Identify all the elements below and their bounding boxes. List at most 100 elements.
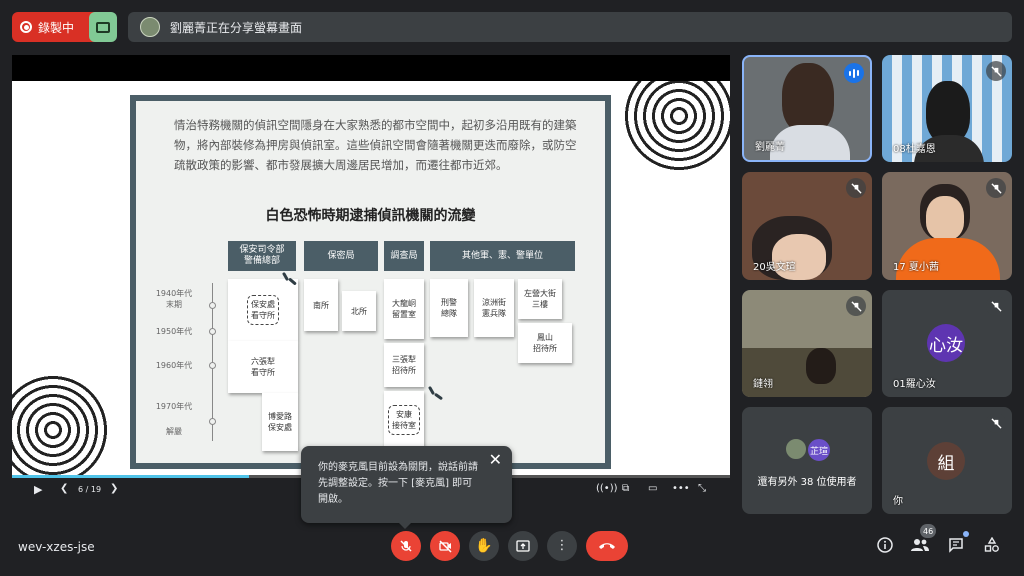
card-label: 安康 接待室 [388, 405, 420, 435]
people-count-badge: 46 [920, 524, 937, 538]
meeting-details-button[interactable] [873, 533, 897, 557]
others-avatar: 芷瑄 [806, 437, 832, 463]
hand-icon: ✋ [475, 538, 493, 554]
top-bar: 錄製中 劉麗菁正在分享螢幕畫面 [0, 0, 1024, 52]
participant-tile[interactable]: 鏈翎 [742, 290, 872, 397]
participant-tile[interactable]: 心汝 01羅心汝 [882, 290, 1012, 397]
camera-button[interactable] [430, 531, 460, 561]
people-icon [911, 539, 929, 551]
card-criminal-police: 刑警 總隊 [430, 279, 468, 337]
microphone-button[interactable] [391, 531, 421, 561]
card-label: 刑警 總隊 [441, 298, 457, 318]
chat-icon [949, 538, 963, 553]
participant-name: 20吳文瑄 [753, 262, 796, 273]
slide-page-indicator: 6 / 19 [78, 485, 102, 494]
audio-icon[interactable]: ((•)) [596, 483, 618, 494]
card-label: 大龍峒 留置室 [392, 299, 416, 319]
captions-icon[interactable]: ▭ [648, 483, 657, 494]
card-zuoying-street: 左營大街 三樓 [518, 279, 562, 319]
fullscreen-icon[interactable]: ⤡ [698, 483, 706, 494]
year-label: 1960年代 [155, 361, 193, 370]
card-south-office: 南所 [304, 279, 338, 331]
card-label: 涼洲街 憲兵隊 [482, 298, 506, 318]
hang-up-icon [599, 543, 615, 549]
toast-message: 你的麥克風目前設為關閉，說話前請先調整設定。按一下 [麥克風] 即可開啟。 [318, 462, 478, 505]
meeting-code: wev-xzes-jse [18, 540, 95, 554]
leave-call-button[interactable] [586, 531, 628, 561]
more-vert-icon: ⋮ [555, 538, 569, 553]
timeline-dot [209, 418, 216, 425]
timeline-dot [209, 362, 216, 369]
screen-share-indicator-button[interactable] [89, 12, 117, 42]
column-header-investigation-bureau: 調查局 [384, 241, 424, 271]
card-label: 北所 [351, 306, 367, 316]
participant-name: 劉麗菁 [755, 142, 785, 153]
share-banner-text: 劉麗菁正在分享螢幕畫面 [170, 20, 303, 35]
spiral-decoration-top-right [624, 81, 730, 171]
present-button[interactable] [508, 531, 538, 561]
recording-label: 錄製中 [38, 20, 75, 35]
self-tile[interactable]: 組 你 [882, 407, 1012, 514]
column-header-other-units: 其他軍、憲、警單位 [430, 241, 575, 271]
activities-icon [984, 537, 999, 552]
presentation-area: 情治特務機關的偵訊空間隱身在大家熟悉的都市空間中，起初多沿用既有的建築物，將內部… [12, 55, 730, 505]
card-label: 六張犁 看守所 [251, 357, 275, 377]
raise-hand-button[interactable]: ✋ [469, 531, 499, 561]
emphasis-mark [433, 392, 444, 401]
participant-tile[interactable]: 劉麗菁 [742, 55, 872, 162]
present-icon [516, 539, 530, 552]
column-header-secrets-bureau: 保密局 [304, 241, 378, 271]
screen-icon [96, 21, 110, 33]
card-label: 保安處 看守所 [247, 295, 279, 325]
others-tile[interactable]: 芷瑄 還有另外 38 位使用者 [742, 407, 872, 514]
year-label: 1970年代 [155, 402, 193, 411]
spiral-decoration-bottom-left [12, 375, 108, 475]
activities-button[interactable] [980, 533, 1004, 557]
card-baoan-detention: 保安處 看守所 [228, 279, 298, 341]
muted-icon [846, 296, 866, 316]
more-options-button[interactable]: ⋮ [547, 531, 577, 561]
mic-off-icon [400, 540, 412, 552]
card-liangzhou-street: 涼洲街 憲兵隊 [474, 279, 514, 337]
participant-name: 08杜嘉恩 [893, 144, 936, 155]
timeline-dot [209, 328, 216, 335]
slide-panel: 情治特務機關的偵訊空間隱身在大家熟悉的都市空間中，起初多沿用既有的建築物，將內部… [130, 95, 611, 469]
close-icon[interactable]: ✕ [489, 452, 502, 468]
muted-icon [986, 178, 1006, 198]
card-north-office: 北所 [342, 291, 376, 331]
participant-tile[interactable]: 20吳文瑄 [742, 172, 872, 280]
participant-video [782, 63, 834, 133]
participant-tile[interactable]: 08杜嘉恩 [882, 55, 1012, 162]
play-icon[interactable]: ▶ [34, 483, 42, 496]
column-header-garrison: 保安司令部 警備總部 [228, 241, 296, 271]
slide-paragraph: 情治特務機關的偵訊空間隱身在大家熟悉的都市空間中，起初多沿用既有的建築物，將內部… [174, 118, 577, 172]
mic-off-toast: 你的麥克風目前設為關閉，說話前請先調整設定。按一下 [麥克風] 即可開啟。 ✕ [301, 446, 512, 523]
self-avatar: 組 [927, 442, 965, 480]
slide-title: 白色恐怖時期逮捕偵訊機關的流變 [265, 208, 476, 224]
pip-icon[interactable]: ⧉ [622, 483, 629, 494]
speaking-indicator-icon [844, 63, 864, 83]
timeline-dot [209, 302, 216, 309]
participant-avatar: 心汝 [927, 324, 965, 362]
participant-video-face [926, 196, 964, 240]
card-label: 三張犁 招待所 [392, 355, 416, 375]
next-slide-icon[interactable]: ❯ [110, 483, 118, 494]
card-label: 鳳山 招待所 [533, 333, 557, 353]
presenter-avatar [140, 17, 160, 37]
card-boai-road: 博愛路 保安處 [262, 393, 298, 451]
participant-video-face [772, 234, 826, 280]
more-options-icon[interactable]: ••• [672, 483, 690, 494]
previous-slide-icon[interactable]: ❮ [60, 483, 68, 494]
year-label: 1940年代 末期 [155, 289, 193, 309]
bottom-bar: wev-xzes-jse ✋ ⋮ 46 [0, 524, 1024, 576]
participant-name: 你 [893, 496, 903, 507]
muted-icon [986, 61, 1006, 81]
muted-icon [986, 296, 1006, 316]
participant-tile[interactable]: 17 夏小茜 [882, 172, 1012, 280]
year-label: 解嚴 [166, 427, 182, 436]
card-label: 左營大街 三樓 [524, 289, 556, 309]
participant-name: 17 夏小茜 [893, 262, 939, 273]
year-label: 1950年代 [155, 327, 193, 336]
chat-notification-dot [963, 531, 969, 537]
muted-icon [986, 413, 1006, 433]
